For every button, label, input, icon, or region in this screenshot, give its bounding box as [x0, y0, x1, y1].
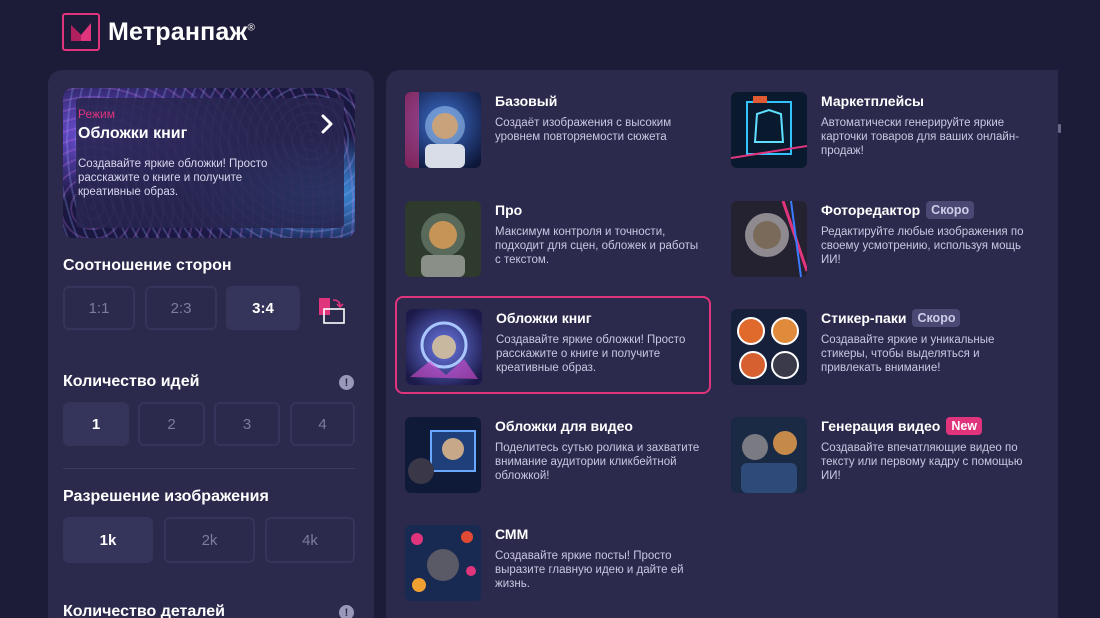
- mode-item-title: СММ: [495, 526, 529, 542]
- scrollbar-thumb[interactable]: [1058, 124, 1061, 133]
- mode-item-text: Обложки книг Создавайте яркие обложки! П…: [496, 309, 706, 375]
- astronaut-cat-neon-image: [731, 201, 807, 277]
- mode-item-description: Создаёт изображения с высоким уровнем по…: [495, 117, 672, 143]
- aspect-option-1-1[interactable]: 1:1: [63, 286, 135, 330]
- mode-item-description: Редактируйте любые изображения по своему…: [821, 226, 1024, 266]
- mode-item-title: Фоторедактор Скоро: [821, 201, 1031, 219]
- mode-item-base[interactable]: Базовый Создаёт изображения с высоким ур…: [395, 90, 711, 188]
- coming-soon-badge: Скоро: [926, 201, 975, 219]
- mode-list-panel: Базовый Создаёт изображения с высоким ур…: [386, 70, 1058, 618]
- resolution-option-2k[interactable]: 2k: [164, 517, 255, 563]
- mode-item-video-generation[interactable]: Генерация видео New Создавайте впечатляющ…: [721, 415, 1037, 513]
- mode-item-description: Создавайте яркие обложки! Просто расскаж…: [496, 334, 686, 374]
- resolution-option-4k[interactable]: 4k: [265, 517, 355, 563]
- mode-label: Режим: [78, 107, 115, 121]
- mode-item-title: Про: [495, 202, 523, 218]
- details-count-title: Количество деталей: [63, 603, 225, 618]
- mode-item-description: Создавайте яркие посты! Просто выразите …: [495, 550, 684, 590]
- chevron-right-icon[interactable]: [317, 112, 337, 136]
- section-divider: [63, 468, 355, 469]
- mode-item-photo-editor[interactable]: Фоторедактор Скоро Редактируйте любые изо…: [721, 199, 1037, 297]
- mode-item-smm[interactable]: СММ Создавайте яркие посты! Просто выраз…: [395, 523, 711, 618]
- logo-icon: [62, 13, 100, 51]
- mode-item-description: Создавайте впечатляющие видео по тексту …: [821, 442, 1023, 482]
- orientation-toggle-icon[interactable]: [318, 297, 346, 325]
- mode-item-text: Маркетплейсы Автоматически генерируйте я…: [821, 92, 1031, 158]
- mode-item-description: Максимум контроля и точности, подходит д…: [495, 226, 699, 266]
- sticker-cats-image: [731, 309, 807, 385]
- mode-item-book-covers[interactable]: Обложки книг Создавайте яркие обложки! П…: [395, 296, 711, 394]
- mode-item-text: Генерация видео New Создавайте впечатляющ…: [821, 417, 1031, 483]
- mode-item-pro[interactable]: Про Максимум контроля и точности, подход…: [395, 199, 711, 297]
- aspect-option-3-4[interactable]: 3:4: [226, 286, 300, 330]
- mode-item-title: Маркетплейсы: [821, 93, 924, 109]
- mode-item-sticker-packs[interactable]: Стикер-паки Скоро Создавайте яркие и уник…: [721, 307, 1037, 405]
- resolution-option-1k[interactable]: 1k: [63, 517, 153, 563]
- mode-item-title: Генерация видео New: [821, 417, 1031, 435]
- mode-item-title: Обложки для видео: [495, 418, 633, 434]
- ideas-count-title: Количество идей: [63, 373, 200, 390]
- ideas-option-1[interactable]: 1: [63, 402, 129, 446]
- ideas-option-4[interactable]: 4: [290, 402, 355, 446]
- coming-soon-badge: Скоро: [912, 309, 961, 327]
- video-generation-cats-image: [731, 417, 807, 493]
- settings-panel: Режим Обложки книг Создавайте яркие обло…: [48, 70, 374, 618]
- mode-title: Обложки книг: [78, 125, 188, 142]
- mode-item-text: Фоторедактор Скоро Редактируйте любые изо…: [821, 201, 1031, 267]
- mode-item-title: Базовый: [495, 93, 558, 109]
- neon-jacket-image: [731, 92, 807, 168]
- mode-item-text: Стикер-паки Скоро Создавайте яркие и уник…: [821, 309, 1031, 375]
- mode-item-title: Стикер-паки Скоро: [821, 309, 1031, 327]
- ideas-option-2[interactable]: 2: [138, 402, 205, 446]
- mode-item-text: Про Максимум контроля и точности, подход…: [495, 201, 705, 267]
- app: Метранпаж® Режим Обложки книг Создавайте…: [0, 0, 1100, 618]
- ideas-option-3[interactable]: 3: [214, 402, 280, 446]
- header: Метранпаж®: [62, 12, 255, 52]
- brand-name: Метранпаж®: [108, 17, 256, 46]
- mode-item-title: Обложки книг: [496, 310, 592, 326]
- mode-item-video-covers[interactable]: Обложки для видео Поделитесь сутью ролик…: [395, 415, 711, 513]
- video-cover-cat-image: [405, 417, 481, 493]
- astronaut-cat-pro-image: [405, 201, 481, 277]
- book-cover-cat-image: [406, 309, 482, 385]
- new-badge: New: [946, 417, 983, 435]
- ideas-info-icon[interactable]: !: [339, 375, 354, 390]
- current-mode-card[interactable]: Режим Обложки книг Создавайте яркие обло…: [63, 88, 355, 238]
- mode-item-description: Поделитесь сутью ролика и захватите вним…: [495, 442, 700, 482]
- astronaut-cat-image: [405, 92, 481, 168]
- smm-cat-image: [405, 525, 481, 601]
- resolution-title: Разрешение изображения: [63, 488, 269, 505]
- mode-item-description: Автоматически генерируйте яркие карточки…: [821, 117, 1020, 157]
- mode-item-text: СММ Создавайте яркие посты! Просто выраз…: [495, 525, 705, 591]
- mode-item-text: Базовый Создаёт изображения с высоким ур…: [495, 92, 705, 144]
- mode-item-marketplaces[interactable]: Маркетплейсы Автоматически генерируйте я…: [721, 90, 1037, 188]
- aspect-option-2-3[interactable]: 2:3: [145, 286, 217, 330]
- mode-item-text: Обложки для видео Поделитесь сутью ролик…: [495, 417, 705, 483]
- mode-item-description: Создавайте яркие и уникальные стикеры, ч…: [821, 334, 995, 374]
- mode-description: Создавайте яркие обложки! Просто расскаж…: [78, 158, 268, 198]
- details-info-icon[interactable]: !: [339, 605, 354, 618]
- aspect-ratio-title: Соотношение сторон: [63, 257, 232, 274]
